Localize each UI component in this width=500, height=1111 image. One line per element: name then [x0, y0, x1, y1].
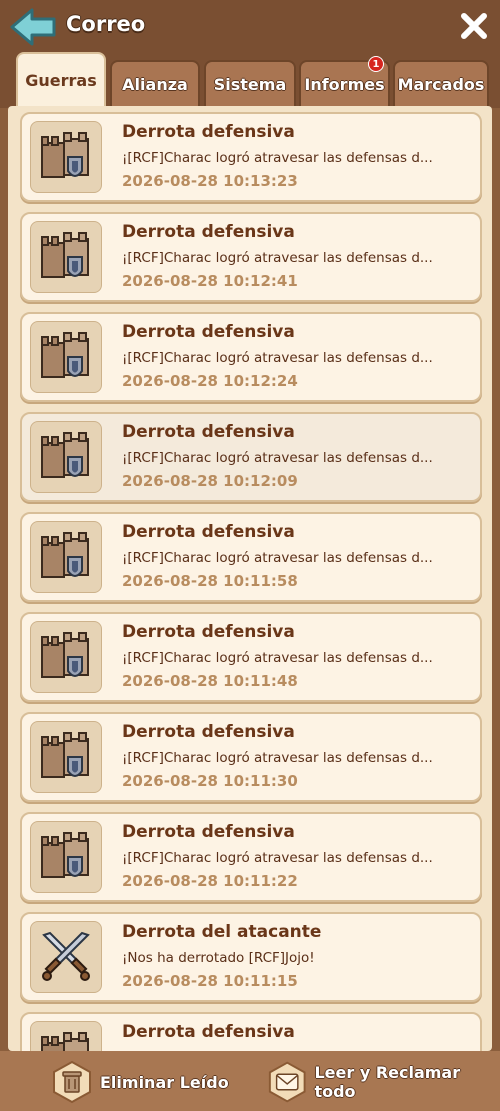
mail-preview: ¡[RCF]Charac logró atravesar las defensa…: [122, 650, 433, 666]
tab-label: Alianza: [122, 74, 188, 94]
read-claim-all-label: Leer y Reclamar todo: [314, 1063, 461, 1101]
mail-preview: ¡[RCF]Charac logró atravesar las defensa…: [122, 150, 433, 166]
page-title: Correo: [66, 12, 146, 36]
delete-read-button[interactable]: Eliminar Leído: [50, 1059, 229, 1105]
mail-title: Derrota defensiva: [122, 122, 295, 142]
castle-shield-icon: [30, 721, 102, 793]
tab-marcados[interactable]: Marcados: [393, 60, 489, 106]
mail-title: Derrota defensiva: [122, 722, 295, 742]
mail-item[interactable]: Derrota defensiva ¡[RCF]Charac logró atr…: [20, 512, 482, 602]
mail-date: 2026-08-28 10:11:22: [122, 872, 298, 890]
back-arrow-icon: [10, 8, 56, 46]
crossed-swords-icon: [30, 921, 102, 993]
mail-item[interactable]: Derrota defensiva ¡[RCF]Charac logró atr…: [20, 712, 482, 802]
mail-preview: ¡[RCF]Charac logró atravesar las defensa…: [122, 550, 433, 566]
mail-date: 2026-08-28 10:12:09: [122, 472, 298, 490]
castle-shield-icon: [30, 221, 102, 293]
castle-shield-icon: [30, 1021, 102, 1051]
mail-item[interactable]: Derrota defensiva ¡[RCF]Charac logró atr…: [20, 112, 482, 202]
mail-date: 2026-08-28 10:12:24: [122, 372, 298, 390]
mail-date: 2026-08-28 10:11:30: [122, 772, 298, 790]
mail-date: 2026-08-28 10:11:48: [122, 672, 298, 690]
mail-title: Derrota defensiva: [122, 522, 295, 542]
trash-icon: [53, 1060, 91, 1104]
mail-item[interactable]: Derrota defensiva ¡[RCF]Charac logró atr…: [20, 812, 482, 902]
back-button[interactable]: [8, 6, 58, 48]
mail-date: 2026-08-28 10:11:58: [122, 572, 298, 590]
close-icon: [461, 13, 487, 39]
mail-date: 2026-08-28 10:12:41: [122, 272, 298, 290]
mail-date: 2026-08-28 10:11:15: [122, 972, 298, 990]
header-bar: Correo: [0, 0, 500, 56]
castle-shield-icon: [30, 321, 102, 393]
tab-alianza[interactable]: Alianza: [110, 60, 200, 106]
tab-guerras[interactable]: Guerras: [16, 52, 106, 106]
mail-preview: ¡[RCF]Charac logró atravesar las defensa…: [122, 350, 433, 366]
mail-title: Derrota defensiva: [122, 622, 295, 642]
mail-title: Derrota defensiva: [122, 222, 295, 242]
notification-badge: 1: [368, 56, 384, 72]
delete-read-label: Eliminar Leído: [100, 1072, 229, 1092]
read-claim-all-button[interactable]: Leer y Reclamar todo: [266, 1059, 500, 1105]
tab-bar: Guerras Alianza Sistema Informes 1 Marca…: [0, 52, 500, 108]
mail-date: 2026-08-28 10:13:23: [122, 172, 298, 190]
mail-preview: ¡[RCF]Charac logró atravesar las defensa…: [122, 450, 433, 466]
castle-shield-icon: [30, 421, 102, 493]
mail-item[interactable]: Derrota defensiva ¡[RCF]Charac logró atr…: [20, 312, 482, 402]
mail-preview: ¡[RCF]Charac logró atravesar las defensa…: [122, 250, 433, 266]
castle-shield-icon: [30, 521, 102, 593]
mail-preview: ¡Nos ha derrotado [RCF]Jojo!: [122, 950, 315, 966]
close-button[interactable]: [460, 12, 488, 40]
tab-label: Marcados: [397, 74, 485, 94]
tab-label: Guerras: [25, 70, 97, 90]
mail-title: Derrota defensiva: [122, 822, 295, 842]
mail-title: Derrota defensiva: [122, 1022, 295, 1042]
mail-item[interactable]: Derrota del atacante ¡Nos ha derrotado […: [20, 912, 482, 1002]
mail-title: Derrota defensiva: [122, 322, 295, 342]
castle-shield-icon: [30, 121, 102, 193]
tab-label: Informes: [304, 74, 385, 94]
mail-item[interactable]: Derrota defensiva ¡[RCF]Charac logró atr…: [20, 612, 482, 702]
envelope-icon: [268, 1061, 306, 1103]
tab-informes[interactable]: Informes 1: [299, 56, 390, 106]
mail-item[interactable]: Derrota defensiva ¡[RCF]Charac logró atr…: [20, 412, 482, 502]
mail-title: Derrota defensiva: [122, 422, 295, 442]
tab-sistema[interactable]: Sistema: [204, 60, 296, 106]
castle-shield-icon: [30, 621, 102, 693]
mail-list[interactable]: Derrota defensiva ¡[RCF]Charac logró atr…: [8, 106, 492, 1051]
mail-item[interactable]: Derrota defensiva: [20, 1012, 482, 1051]
tab-label: Sistema: [213, 74, 287, 94]
mail-preview: ¡[RCF]Charac logró atravesar las defensa…: [122, 850, 433, 866]
mail-item[interactable]: Derrota defensiva ¡[RCF]Charac logró atr…: [20, 212, 482, 302]
footer-bar: Eliminar Leído Leer y Reclamar todo: [0, 1051, 500, 1111]
mail-title: Derrota del atacante: [122, 922, 322, 942]
castle-shield-icon: [30, 821, 102, 893]
mail-preview: ¡[RCF]Charac logró atravesar las defensa…: [122, 750, 433, 766]
